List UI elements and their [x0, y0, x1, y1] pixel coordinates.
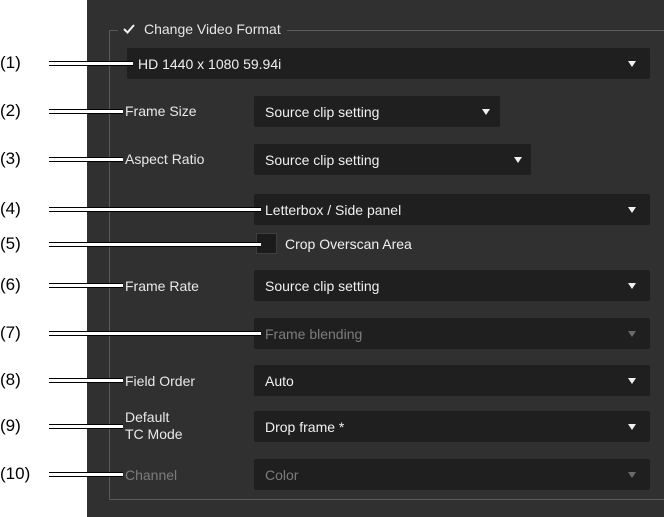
- chevron-down-icon: [514, 156, 522, 163]
- frame-rate-label: Frame Rate: [125, 278, 199, 294]
- callout-line-1: [49, 61, 133, 66]
- aspect-ratio-dropdown[interactable]: Source clip setting: [254, 144, 531, 175]
- default-tc-mode-label: Default TC Mode: [125, 409, 183, 443]
- field-order-value: Auto: [265, 372, 294, 389]
- frame-size-dropdown[interactable]: Source clip setting: [254, 96, 500, 127]
- frame-size-value: Source clip setting: [265, 103, 380, 120]
- frame-rate-conversion-dropdown: Frame blending: [254, 318, 650, 349]
- chevron-down-icon: [482, 108, 490, 115]
- callout-line-2: [49, 109, 123, 114]
- default-tc-mode-dropdown[interactable]: Drop frame *: [254, 411, 650, 442]
- frame-size-label: Frame Size: [125, 103, 197, 119]
- default-tc-mode-label-line1: Default: [125, 409, 170, 425]
- chevron-down-icon: [628, 60, 636, 67]
- frame-rate-dropdown[interactable]: Source clip setting: [254, 270, 650, 301]
- callout-line-8: [49, 378, 123, 383]
- checkmark-icon: [122, 22, 136, 36]
- callout-line-5: [49, 242, 261, 247]
- aspect-ratio-value: Source clip setting: [265, 151, 380, 168]
- video-format-dropdown[interactable]: HD 1440 x 1080 59.94i: [127, 48, 650, 79]
- change-video-format-label: Change Video Format: [144, 21, 281, 37]
- frame-rate-conversion-value: Frame blending: [265, 325, 363, 342]
- default-tc-mode-value: Drop frame *: [265, 418, 345, 435]
- callout-line-4: [49, 207, 261, 212]
- aspect-conversion-dropdown[interactable]: Letterbox / Side panel: [254, 194, 650, 225]
- change-video-format-toggle[interactable]: Change Video Format: [118, 18, 287, 40]
- callout-line-7: [49, 331, 261, 336]
- aspect-conversion-value: Letterbox / Side panel: [265, 201, 402, 218]
- callout-line-6: [49, 283, 123, 288]
- chevron-down-icon: [628, 377, 636, 384]
- chevron-down-icon: [628, 471, 636, 478]
- callout-line-3: [49, 157, 123, 162]
- channel-label: Channel: [125, 467, 178, 483]
- aspect-ratio-label: Aspect Ratio: [125, 151, 205, 167]
- chevron-down-icon: [628, 282, 636, 289]
- callout-line-10: [49, 472, 123, 477]
- default-tc-mode-label-line2: TC Mode: [125, 426, 183, 442]
- chevron-down-icon: [628, 423, 636, 430]
- channel-dropdown: Color: [254, 459, 650, 490]
- video-format-value: HD 1440 x 1080 59.94i: [138, 55, 282, 72]
- crop-overscan-label[interactable]: Crop Overscan Area: [285, 236, 412, 252]
- callout-line-9: [49, 424, 123, 429]
- annotated-screenshot: Change Video Format HD 1440 x 1080 59.94…: [0, 0, 664, 517]
- field-order-label: Field Order: [125, 373, 196, 389]
- frame-rate-value: Source clip setting: [265, 277, 380, 294]
- chevron-down-icon: [628, 330, 636, 337]
- channel-value: Color: [265, 466, 299, 483]
- field-order-dropdown[interactable]: Auto: [254, 365, 650, 396]
- chevron-down-icon: [628, 206, 636, 213]
